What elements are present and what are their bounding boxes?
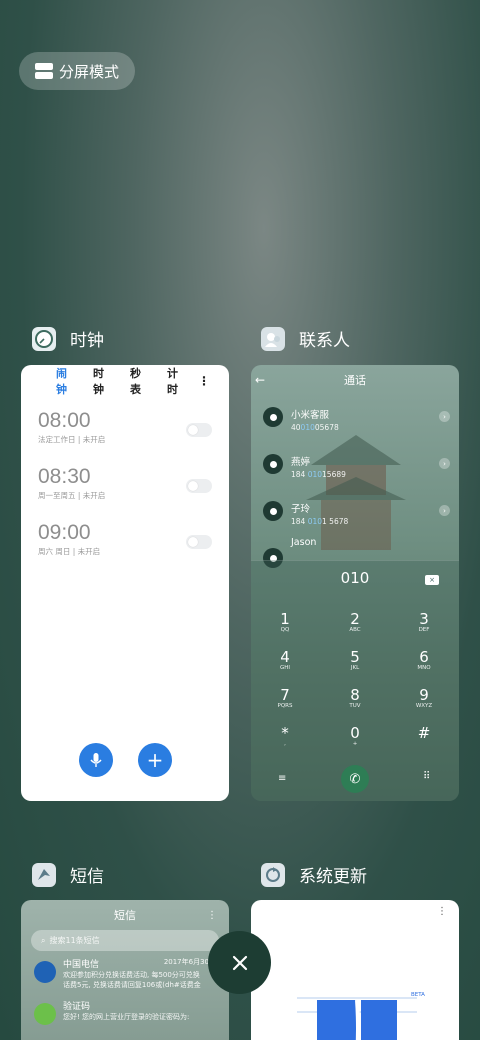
split-mode-label: 分屏模式	[59, 62, 120, 81]
close-icon	[232, 955, 247, 970]
sms-app-header[interactable]: 短信	[32, 862, 104, 887]
dial-key-9[interactable]: 9 WXYZ	[404, 687, 444, 709]
clock-app-icon	[32, 326, 56, 351]
alarm-item[interactable]: 08:00 法定工作日 | 未开启	[21, 409, 229, 465]
sms-search-placeholder: 搜索11条短信	[49, 936, 100, 945]
message-preview: 话费5元, 兑换话费请回复106或(dh#话费金	[63, 981, 201, 989]
beta-badge: BETA	[411, 992, 425, 998]
message-preview: 欢迎参加积分兑换话费活动, 每500分可兑换	[63, 971, 200, 979]
voice-alarm-button[interactable]	[79, 743, 113, 777]
sms-search-input[interactable]: ⌕ 搜索11条短信	[31, 930, 219, 951]
backspace-icon[interactable]: ×	[425, 575, 439, 585]
sms-app-title: 短信	[70, 867, 104, 887]
dial-key-2[interactable]: 2 ABC	[335, 611, 375, 633]
contact-name: Jason	[291, 537, 317, 548]
back-arrow-icon[interactable]: ←	[255, 373, 265, 387]
more-menu-icon[interactable]: ⋮	[198, 374, 210, 388]
message-row[interactable]: 验证码 您好! 您的网上营业厅登录的验证密码为:	[21, 999, 229, 1035]
more-menu-icon[interactable]: ⋮	[437, 906, 447, 917]
chevron-right-icon[interactable]: ›	[439, 458, 450, 469]
alarm-item[interactable]: 09:00 周六 周日 | 未开启	[21, 521, 229, 577]
clock-app-card[interactable]: 闹钟 时钟 秒表 计时 ⋮ 08:00 法定工作日 | 未开启 08:30 周一…	[21, 365, 229, 801]
contacts-app-card[interactable]: ← 通话 小米客服 4001005678 › 燕婷 184 01015689 ›…	[251, 365, 459, 801]
alarm-toggle[interactable]	[186, 479, 212, 493]
update-app-icon	[261, 862, 285, 887]
split-screen-icon	[35, 63, 53, 79]
search-icon: ⌕	[41, 935, 46, 945]
dial-key-8[interactable]: 8 TUV	[335, 687, 375, 709]
dial-key-star[interactable]: *,	[265, 725, 305, 747]
contacts-topbar: ← 通话	[251, 365, 459, 395]
sms-title: 短信	[114, 909, 136, 922]
dial-key-1[interactable]: 1 QQ	[265, 611, 305, 633]
contact-number: 184 01015689	[291, 470, 346, 479]
dial-key-0[interactable]: 0 +	[335, 725, 375, 747]
contacts-app-icon	[261, 326, 285, 351]
alarm-toggle[interactable]	[186, 535, 212, 549]
phone-icon: ✆	[349, 771, 361, 787]
add-alarm-button[interactable]: +	[138, 743, 172, 777]
chat-bubble-icon	[34, 1003, 56, 1025]
contact-row[interactable]: 燕婷 184 01015689 ›	[251, 442, 459, 489]
china-telecom-logo-icon	[34, 961, 56, 983]
contact-number: 184 0101 5678	[291, 517, 349, 526]
contact-name: 子玲	[291, 504, 311, 515]
plus-icon: +	[146, 748, 164, 772]
dial-key-3[interactable]: 3 DEF	[404, 611, 444, 633]
update-app-title: 系统更新	[299, 867, 367, 887]
person-icon	[263, 501, 283, 521]
update-app-card[interactable]: ⋮ BETA	[251, 900, 459, 1040]
mic-icon	[90, 753, 102, 767]
dial-key-7[interactable]: 7 PQRS	[265, 687, 305, 709]
clock-tabs: 闹钟 时钟 秒表 计时 ⋮	[21, 365, 229, 397]
dial-key-6[interactable]: 6 MNO	[404, 649, 444, 671]
person-icon	[263, 454, 283, 474]
contacts-title: 通话	[344, 374, 366, 387]
message-row[interactable]: 中国电信 2017年6月30 欢迎参加积分兑换话费活动, 每500分可兑换 话费…	[21, 957, 229, 993]
dialpad: 010 × 1 QQ 2 ABC 3 DEF 4 GHI 5 JKL 6 MNO 7 PQRS…	[251, 560, 459, 801]
contact-row[interactable]: 子玲 184 0101 5678 ›	[251, 489, 459, 536]
alarm-toggle[interactable]	[186, 423, 212, 437]
contacts-app-title: 联系人	[299, 331, 350, 351]
contact-name: 燕婷	[291, 457, 311, 468]
clock-app-title: 时钟	[70, 331, 104, 351]
update-illustration-image	[297, 997, 417, 1040]
contacts-app-header[interactable]: 联系人	[261, 326, 350, 351]
dial-key-5[interactable]: 5 JKL	[335, 649, 375, 671]
sms-topbar: 短信 ⋮	[21, 900, 229, 930]
alarm-item[interactable]: 08:30 周一至周五 | 未开启	[21, 465, 229, 521]
call-button[interactable]: ✆	[341, 765, 369, 793]
chevron-right-icon[interactable]: ›	[439, 411, 450, 422]
person-icon	[263, 407, 283, 427]
message-sender: 验证码	[63, 1002, 91, 1012]
update-app-header[interactable]: 系统更新	[261, 862, 367, 887]
tab-alarm[interactable]: 闹钟	[56, 365, 74, 397]
contact-row[interactable]: 小米客服 4001005678 ›	[251, 395, 459, 442]
message-preview: 您好! 您的网上营业厅登录的验证密码为:	[63, 1013, 190, 1021]
clock-app-header[interactable]: 时钟	[32, 326, 104, 351]
tab-timer[interactable]: 计时	[167, 365, 185, 397]
contact-number: 4001005678	[291, 423, 339, 432]
split-mode-button[interactable]: 分屏模式	[19, 52, 135, 90]
keypad-toggle-icon[interactable]: ⠿	[423, 771, 430, 782]
chevron-right-icon[interactable]: ›	[439, 505, 450, 516]
tab-clock[interactable]: 时钟	[93, 365, 111, 397]
more-menu-icon[interactable]: ⋮	[207, 910, 217, 921]
close-all-button[interactable]	[208, 931, 271, 994]
contact-name: 小米客服	[291, 410, 330, 421]
tab-stopwatch[interactable]: 秒表	[130, 365, 148, 397]
dial-key-hash[interactable]: #	[404, 725, 444, 741]
dial-key-4[interactable]: 4 GHI	[265, 649, 305, 671]
sms-app-card[interactable]: 短信 ⋮ ⌕ 搜索11条短信 中国电信 2017年6月30 欢迎参加积分兑换话费…	[21, 900, 229, 1040]
sms-app-icon	[32, 862, 56, 887]
menu-icon[interactable]: ≡	[278, 773, 286, 784]
message-time: 2017年6月30	[163, 958, 209, 966]
